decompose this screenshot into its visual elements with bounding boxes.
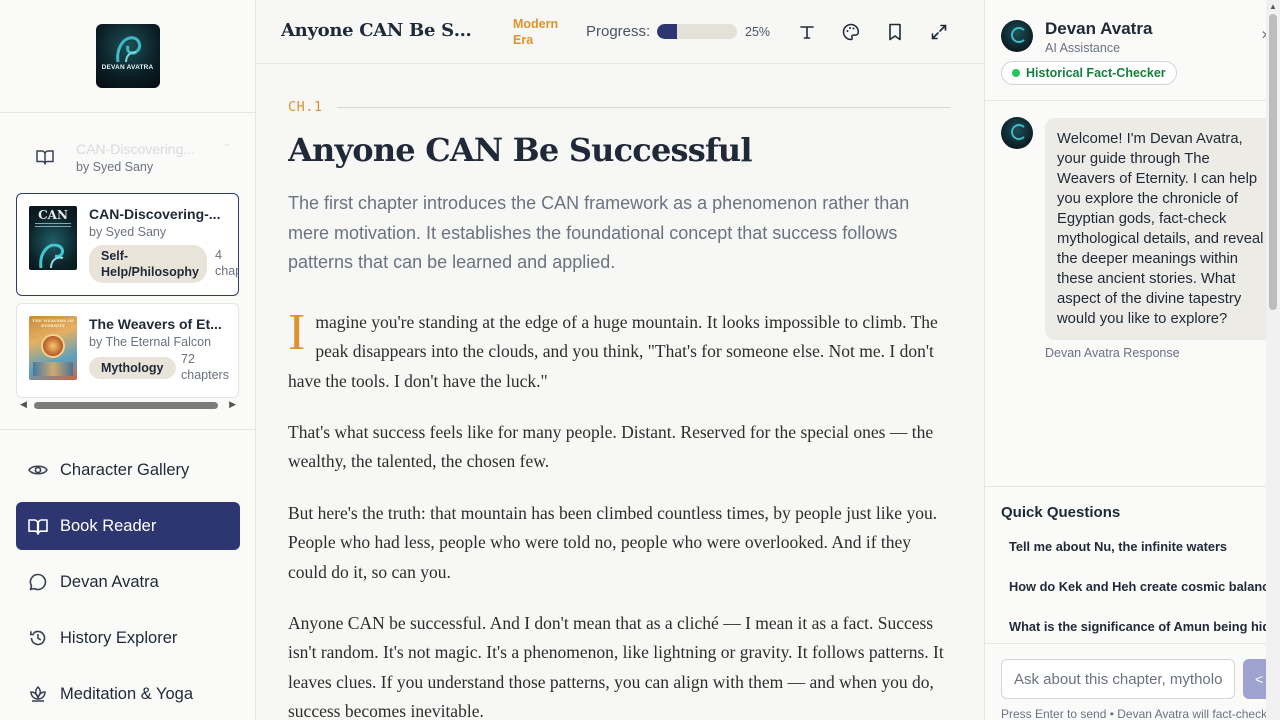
nav-label: Book Reader xyxy=(60,516,157,535)
book-title: The Weavers of Et... xyxy=(89,316,222,332)
book-chapter-count: 4 chapters xyxy=(215,248,238,278)
eye-icon xyxy=(28,460,48,480)
nav-label: Character Gallery xyxy=(60,460,190,479)
app-root: DEVAN AVATRA CAN-Discovering... by Syed … xyxy=(0,0,1280,720)
cover-title: THE WEAVERS OF ETERNITY xyxy=(32,318,74,328)
assistant-avatar xyxy=(1001,20,1033,52)
progress-bar-fill xyxy=(657,24,677,39)
quick-questions-title: Quick Questions xyxy=(1001,504,1121,521)
book-cover-weavers: THE WEAVERS OF ETERNITY xyxy=(29,316,77,380)
quick-question[interactable]: Tell me about Nu, the infinite waters xyxy=(1009,539,1227,554)
chevron-up-icon: ⌃ xyxy=(222,141,233,155)
paragraph: That's what success feels like for many … xyxy=(288,422,934,472)
nav-label: Meditation & Yoga xyxy=(60,684,194,703)
book-genre-tag: Self-Help/Philosophy xyxy=(89,245,207,283)
font-settings-button[interactable] xyxy=(795,20,819,44)
nav-item-meditation-yoga[interactable]: Meditation & Yoga xyxy=(16,670,240,718)
nav-label: Devan Avatra xyxy=(60,572,159,591)
fact-checker-badge: Historical Fact-Checker xyxy=(1001,61,1177,85)
scroll-right-arrow-icon[interactable]: ▶ xyxy=(229,399,236,410)
bookmark-icon xyxy=(889,23,901,41)
progress-percent: 25% xyxy=(745,25,771,39)
fullscreen-button[interactable] xyxy=(927,20,951,44)
paragraph-text: magine you're standing at the edge of a … xyxy=(288,312,938,391)
paragraph: Anyone CAN be successful. And I don't me… xyxy=(288,613,944,720)
chat-bubble-icon xyxy=(28,572,48,592)
book-card-can[interactable]: CAN CAN-Discovering-... by Syed Sany Sel… xyxy=(16,193,239,296)
chapter-summary: The first chapter introduces the CAN fra… xyxy=(288,193,910,272)
era-badge: Modern Era xyxy=(513,16,558,48)
book-chapter-count: 72 chapters xyxy=(181,352,229,382)
theme-button[interactable] xyxy=(839,20,863,44)
reader-main: Anyone CAN Be Successful Modern Era Prog… xyxy=(256,0,984,720)
history-icon xyxy=(28,628,48,648)
scrollbar-thumb[interactable] xyxy=(1269,14,1277,310)
text-type-icon xyxy=(800,26,814,39)
divider xyxy=(336,106,950,108)
book-list-scrollbar[interactable]: ◀ ▶ xyxy=(16,397,240,413)
quick-questions: Quick Questions Tell me about Nu, the in… xyxy=(985,486,1280,644)
status-dot-icon xyxy=(1012,69,1020,77)
era-line-1: Modern xyxy=(513,17,559,31)
left-sidebar: DEVAN AVATRA CAN-Discovering... by Syed … xyxy=(0,0,256,720)
reader-toolbar: Anyone CAN Be Successful Modern Era Prog… xyxy=(256,0,984,64)
current-book-title: CAN-Discovering... xyxy=(76,141,196,157)
book-cover-can: CAN xyxy=(29,206,77,270)
current-book-author: by Syed Sany xyxy=(76,160,154,174)
quick-question[interactable]: What is the significance of Amun being h… xyxy=(1009,619,1280,634)
chapter-label-row: CH.1 xyxy=(288,99,950,115)
chapter-number: CH.1 xyxy=(288,99,323,115)
chapter-title: Anyone CAN Be Successful xyxy=(288,131,753,169)
logo-emblem-icon xyxy=(115,36,141,63)
book-open-icon xyxy=(28,516,48,536)
cover-title: CAN xyxy=(38,208,68,222)
scroll-left-arrow-icon[interactable]: ◀ xyxy=(20,399,27,410)
logo-text: DEVAN AVATRA xyxy=(101,64,154,71)
era-line-2: Era xyxy=(513,33,534,47)
book-selector-section: CAN-Discovering... by Syed Sany ⌃ CAN CA… xyxy=(0,113,256,430)
book-author: by Syed Sany xyxy=(89,225,167,239)
panel-scrollbar[interactable]: ▲ xyxy=(1266,0,1280,720)
nav-item-book-reader[interactable]: Book Reader xyxy=(16,502,240,550)
message-avatar xyxy=(1001,117,1033,149)
scrollbar-thumb[interactable] xyxy=(34,402,218,409)
assistant-name: Devan Avatra xyxy=(1045,19,1153,38)
quick-question[interactable]: How do Kek and Heh create cosmic balance… xyxy=(1009,579,1280,594)
book-author: by The Eternal Falcon xyxy=(89,335,212,349)
book-card-weavers[interactable]: THE WEAVERS OF ETERNITY The Weavers of E… xyxy=(16,303,239,398)
book-title: CAN-Discovering-... xyxy=(89,206,221,222)
scroll-up-arrow-icon[interactable]: ▲ xyxy=(1269,2,1277,11)
nav-item-devan-avatra[interactable]: Devan Avatra xyxy=(16,558,240,606)
assistant-header: Devan Avatra AI Assistance Historical Fa… xyxy=(985,0,1280,101)
nav-label: History Explorer xyxy=(60,628,178,647)
send-icon: < xyxy=(1255,671,1264,687)
ask-input[interactable] xyxy=(1001,659,1235,699)
assistant-subtitle: AI Assistance xyxy=(1045,41,1121,55)
current-book-selector[interactable]: CAN-Discovering... by Syed Sany ⌃ xyxy=(16,135,240,179)
progress-label: Progress: xyxy=(586,23,651,40)
drop-cap: I xyxy=(288,304,306,361)
logo-area: DEVAN AVATRA xyxy=(0,0,255,113)
palette-icon xyxy=(842,23,860,41)
reader-book-title: Anyone CAN Be Successful xyxy=(281,20,481,41)
main-nav: Character Gallery Book Reader Devan Avat… xyxy=(16,446,240,720)
expand-icon xyxy=(931,24,947,40)
assistant-message: Welcome! I'm Devan Avatra, your guide th… xyxy=(1045,118,1277,340)
book-open-icon xyxy=(36,149,54,170)
assistant-panel: Devan Avatra AI Assistance Historical Fa… xyxy=(984,0,1280,720)
lotus-icon xyxy=(28,684,48,704)
message-meta: Devan Avatra Response xyxy=(1045,346,1180,360)
badge-label: Historical Fact-Checker xyxy=(1026,66,1166,80)
book-genre-tag: Mythology xyxy=(89,357,176,379)
paragraph: But here's the truth: that mountain has … xyxy=(288,503,938,582)
input-hint: Press Enter to send • Devan Avatra will … xyxy=(1001,707,1268,720)
paragraph: Imagine you're standing at the edge of a… xyxy=(288,304,952,396)
bookmark-button[interactable] xyxy=(883,20,907,44)
nav-item-history-explorer[interactable]: History Explorer xyxy=(16,614,240,662)
progress-bar xyxy=(657,24,737,39)
devan-avatra-logo[interactable]: DEVAN AVATRA xyxy=(95,24,160,88)
chapter-content: CH.1 Anyone CAN Be Successful The first … xyxy=(288,64,952,720)
nav-item-character-gallery[interactable]: Character Gallery xyxy=(16,446,240,494)
book-list: CAN CAN-Discovering-... by Syed Sany Sel… xyxy=(16,193,240,413)
